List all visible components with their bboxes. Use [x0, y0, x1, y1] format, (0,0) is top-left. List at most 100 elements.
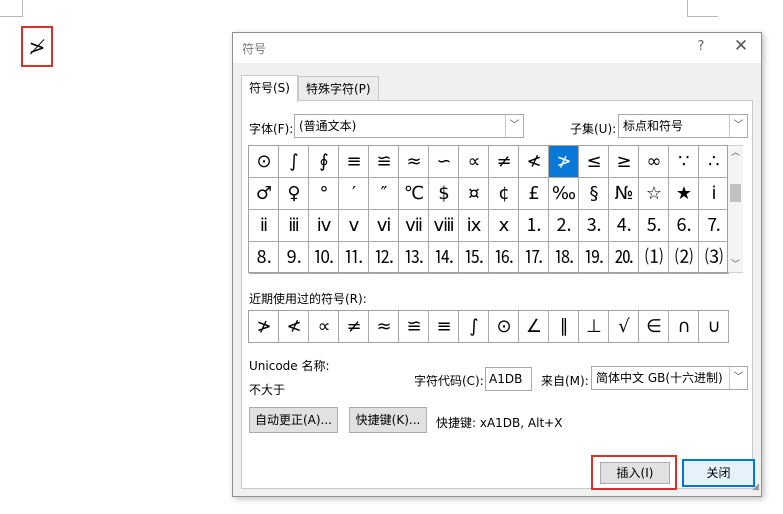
symbol-cell[interactable]: ★: [669, 178, 699, 210]
recent-symbol-cell[interactable]: ≠: [339, 311, 369, 342]
symbol-cell[interactable]: ⒐: [279, 242, 309, 274]
symbol-cell[interactable]: £: [519, 178, 549, 210]
symbol-cell[interactable]: ′: [339, 178, 369, 210]
recent-symbol-cell[interactable]: ∈: [639, 311, 669, 342]
symbol-cell[interactable]: ¢: [489, 178, 519, 210]
symbol-cell[interactable]: ⒉: [549, 210, 579, 242]
scrollbar-thumb[interactable]: [730, 184, 741, 202]
symbol-cell[interactable]: ≌: [369, 146, 399, 178]
recent-symbol-cell[interactable]: ≈: [369, 311, 399, 342]
symbol-cell[interactable]: ⑵: [669, 242, 699, 274]
scroll-up-icon[interactable]: ︿: [728, 146, 743, 160]
symbol-cell[interactable]: $: [429, 178, 459, 210]
recent-symbol-cell[interactable]: ≯: [249, 311, 279, 342]
symbol-cell[interactable]: ⒖: [459, 242, 489, 274]
symbol-cell[interactable]: ∮: [309, 146, 339, 178]
symbol-cell[interactable]: ⒛: [609, 242, 639, 274]
recent-symbol-cell[interactable]: ⊥: [579, 311, 609, 342]
chevron-down-icon[interactable]: ﹀: [729, 115, 747, 137]
symbol-cell[interactable]: ≈: [399, 146, 429, 178]
symbol-cell[interactable]: ⒊: [579, 210, 609, 242]
chevron-down-icon[interactable]: ﹀: [729, 367, 747, 389]
symbol-cell[interactable]: ⒘: [519, 242, 549, 274]
symbol-cell[interactable]: ⒋: [609, 210, 639, 242]
symbol-cell[interactable]: ⒓: [369, 242, 399, 274]
symbol-cell[interactable]: ⅱ: [249, 210, 279, 242]
help-icon[interactable]: ?: [691, 37, 711, 57]
symbol-cell[interactable]: ⅸ: [459, 210, 489, 242]
recent-symbol-cell[interactable]: ⊙: [489, 311, 519, 342]
symbol-cell[interactable]: №: [609, 178, 639, 210]
symbol-cell[interactable]: ⒍: [669, 210, 699, 242]
tab-symbols[interactable]: 符号(S): [241, 75, 298, 102]
symbol-cell[interactable]: ⅰ: [699, 178, 729, 210]
symbol-cell[interactable]: ⒏: [249, 242, 279, 274]
symbol-cell[interactable]: ⑶: [699, 242, 729, 274]
from-select[interactable]: 简体中文 GB(十六进制) ﹀: [591, 366, 748, 390]
insert-button[interactable]: 插入(I): [600, 462, 670, 484]
symbol-cell[interactable]: ¤: [459, 178, 489, 210]
recent-symbol-cell[interactable]: ∪: [699, 311, 729, 342]
symbol-cell[interactable]: ⅷ: [429, 210, 459, 242]
symbol-cell[interactable]: ⅹ: [489, 210, 519, 242]
symbol-cell[interactable]: °: [309, 178, 339, 210]
recent-symbol-cell[interactable]: ∩: [669, 311, 699, 342]
recent-symbol-cell[interactable]: ∫: [459, 311, 489, 342]
symbol-cell[interactable]: ⒔: [399, 242, 429, 274]
symbol-cell[interactable]: ∫: [279, 146, 309, 178]
shortcut-key-button[interactable]: 快捷键(K)...: [349, 407, 427, 433]
recent-symbol-cell[interactable]: ∝: [309, 311, 339, 342]
scroll-down-icon[interactable]: ﹀: [728, 258, 743, 272]
symbol-cell[interactable]: ≤: [579, 146, 609, 178]
inserted-symbol[interactable]: ≯: [29, 35, 46, 59]
symbol-cell[interactable]: ∵: [669, 146, 699, 178]
chevron-down-icon[interactable]: ﹀: [505, 115, 523, 137]
symbol-cell[interactable]: ⅶ: [399, 210, 429, 242]
symbol-cell[interactable]: ⅴ: [339, 210, 369, 242]
symbol-cell[interactable]: ∞: [639, 146, 669, 178]
symbol-cell[interactable]: ∴: [699, 146, 729, 178]
resize-grip-icon[interactable]: ◢: [745, 480, 759, 494]
symbol-cell[interactable]: ⒌: [639, 210, 669, 242]
symbol-cell[interactable]: ⒒: [339, 242, 369, 274]
recent-symbol-cell[interactable]: ≡: [429, 311, 459, 342]
symbol-cell[interactable]: ⒗: [489, 242, 519, 274]
dialog-titlebar[interactable]: 符号 ? ✕: [233, 33, 761, 63]
symbol-cell[interactable]: ‰: [549, 178, 579, 210]
symbol-cell[interactable]: ℃: [399, 178, 429, 210]
symbol-cell[interactable]: ⅳ: [309, 210, 339, 242]
recent-symbol-cell[interactable]: ∥: [549, 311, 579, 342]
symbol-cell[interactable]: ≠: [489, 146, 519, 178]
symbol-cell-selected[interactable]: ≯: [549, 146, 579, 178]
symbol-cell[interactable]: ∝: [459, 146, 489, 178]
symbol-cell[interactable]: ″: [369, 178, 399, 210]
symbol-cell[interactable]: ≡: [339, 146, 369, 178]
recent-symbol-cell[interactable]: ≌: [399, 311, 429, 342]
symbol-cell[interactable]: ⑴: [639, 242, 669, 274]
symbol-cell[interactable]: ♀: [279, 178, 309, 210]
symbol-cell[interactable]: ≮: [519, 146, 549, 178]
font-select[interactable]: (普通文本) ﹀: [294, 114, 524, 138]
close-icon[interactable]: ✕: [731, 36, 751, 56]
symbol-cell[interactable]: ⒚: [579, 242, 609, 274]
symbol-cell[interactable]: §: [579, 178, 609, 210]
tab-special-characters[interactable]: 特殊字符(P): [298, 76, 379, 101]
symbol-cell[interactable]: ⊙: [249, 146, 279, 178]
subset-select[interactable]: 标点和符号 ﹀: [618, 114, 748, 138]
char-code-input[interactable]: A1DB: [485, 367, 532, 391]
symbol-cell[interactable]: ⅵ: [369, 210, 399, 242]
symbol-cell[interactable]: ∽: [429, 146, 459, 178]
symbol-cell[interactable]: ♂: [249, 178, 279, 210]
recent-symbol-cell[interactable]: ≮: [279, 311, 309, 342]
recent-symbol-cell[interactable]: ∠: [519, 311, 549, 342]
symbol-grid-scrollbar[interactable]: ︿ ﹀: [728, 145, 743, 273]
symbol-cell[interactable]: ⒈: [519, 210, 549, 242]
symbol-cell[interactable]: ⒙: [549, 242, 579, 274]
symbol-cell[interactable]: ☆: [639, 178, 669, 210]
autocorrect-button[interactable]: 自动更正(A)...: [249, 407, 338, 433]
symbol-cell[interactable]: ⅲ: [279, 210, 309, 242]
recent-symbol-cell[interactable]: √: [609, 311, 639, 342]
symbol-cell[interactable]: ≥: [609, 146, 639, 178]
symbol-cell[interactable]: ⒑: [309, 242, 339, 274]
symbol-cell[interactable]: ⒕: [429, 242, 459, 274]
